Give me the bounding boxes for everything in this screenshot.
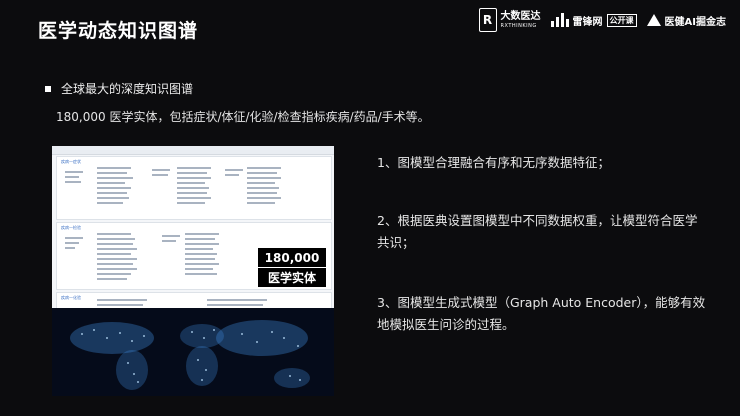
entity-count-badge: 180,000 [258,248,326,267]
triangle-logo-icon [646,14,661,26]
logo3-text: 医健AI掘金志 [664,16,726,28]
entity-description: 180,000 医学实体，包括症状/体征/化验/检查指标疾病/药品/手术等。 [56,110,430,124]
feature-point-2: 2、根据医典设置图模型中不同数据权重，让模型符合医学共识； [377,213,698,250]
square-bullet-icon [45,85,51,92]
bullet-heading: 全球最大的深度知识图谱 [45,80,193,97]
logo-leiphone: 雷锋网 公开课 [550,13,637,28]
logo1-sub-text: RXTHINKING [500,22,537,29]
bullet-text: 全球最大的深度知识图谱 [61,82,194,96]
bars-logo-icon [550,13,569,27]
logo2-tag: 公开课 [606,13,637,27]
world-map-image [52,308,334,396]
logo-yijian: 医健AI掘金志 [646,13,726,28]
logo-rxthinking: R 大数医达 RXTHINKING [478,8,541,32]
feature-point-3: 3、图模型生成式模型（Graph Auto Encoder），能够有效地模拟医生… [377,295,706,332]
panel-disease-symptom: 疾病—症状 [56,156,332,220]
logo1-main-text: 大数医达 [500,10,541,22]
screenshot-header [52,146,334,155]
r-logo-icon: R [478,8,497,32]
feature-point-1: 1、图模型合理融合有序和无序数据特征； [377,155,610,170]
slide: 医学动态知识图谱 R 大数医达 RXTHINKING 雷锋网 公开课 医健AI掘… [0,0,740,416]
entity-label-badge: 医学实体 [258,268,326,287]
logo-bar: R 大数医达 RXTHINKING 雷锋网 公开课 医健AI掘金志 [478,8,726,32]
tree-diagram [65,167,281,204]
logo2-text: 雷锋网 [572,16,603,28]
slide-title: 医学动态知识图谱 [38,20,199,42]
